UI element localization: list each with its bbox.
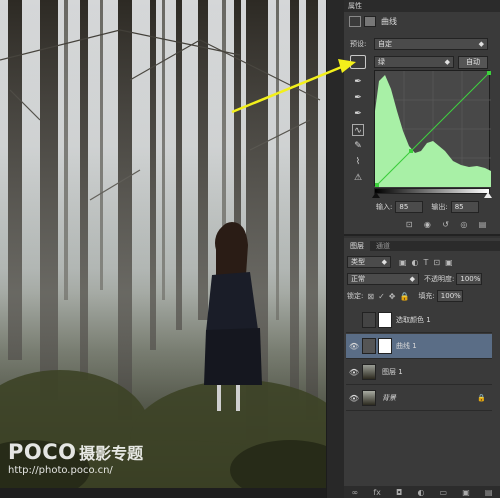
annotation-arrow — [231, 59, 356, 114]
